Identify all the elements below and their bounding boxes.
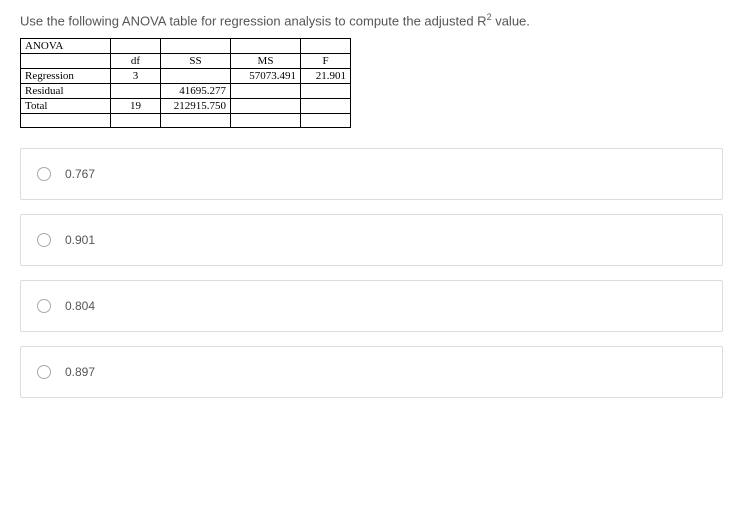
row-df — [111, 84, 161, 99]
header-ss: SS — [161, 54, 231, 69]
question-prefix: Use the following ANOVA table for regres… — [20, 13, 487, 28]
row-ms — [231, 84, 301, 99]
row-ms: 57073.491 — [231, 69, 301, 84]
table-row: Residual 41695.277 — [21, 84, 351, 99]
row-label: Regression — [21, 69, 111, 84]
option-1[interactable]: 0.901 — [20, 214, 723, 266]
row-ms — [231, 99, 301, 114]
row-ss — [161, 69, 231, 84]
option-2[interactable]: 0.804 — [20, 280, 723, 332]
row-f — [301, 84, 351, 99]
question-suffix: value. — [492, 13, 530, 28]
anova-table: ANOVA df SS MS F Regression 3 57073.491 … — [20, 38, 351, 128]
header-df: df — [111, 54, 161, 69]
option-3[interactable]: 0.897 — [20, 346, 723, 398]
row-df: 3 — [111, 69, 161, 84]
table-row: Regression 3 57073.491 21.901 — [21, 69, 351, 84]
header-f: F — [301, 54, 351, 69]
radio-icon — [37, 299, 51, 313]
anova-title: ANOVA — [21, 39, 111, 54]
question-text: Use the following ANOVA table for regres… — [20, 12, 723, 28]
row-df: 19 — [111, 99, 161, 114]
radio-icon — [37, 365, 51, 379]
option-label: 0.767 — [65, 167, 95, 181]
option-label: 0.897 — [65, 365, 95, 379]
row-label: Total — [21, 99, 111, 114]
row-ss: 41695.277 — [161, 84, 231, 99]
option-0[interactable]: 0.767 — [20, 148, 723, 200]
radio-icon — [37, 233, 51, 247]
header-ms: MS — [231, 54, 301, 69]
option-label: 0.804 — [65, 299, 95, 313]
radio-icon — [37, 167, 51, 181]
table-row: Total 19 212915.750 — [21, 99, 351, 114]
row-f: 21.901 — [301, 69, 351, 84]
row-f — [301, 99, 351, 114]
option-label: 0.901 — [65, 233, 95, 247]
row-ss: 212915.750 — [161, 99, 231, 114]
row-label: Residual — [21, 84, 111, 99]
